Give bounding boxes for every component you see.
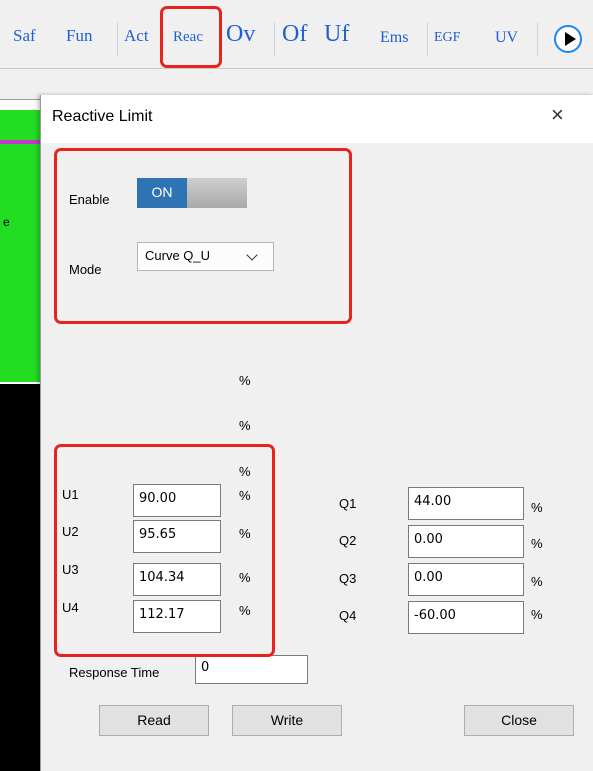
play-icon[interactable] <box>554 25 582 53</box>
q2-label: Q2 <box>339 533 357 548</box>
q1-field[interactable]: 44.00 <box>408 487 524 520</box>
toolbar-item-ov[interactable]: Ov <box>226 21 255 48</box>
close-button[interactable]: Close <box>464 705 574 736</box>
q3-percent: % <box>531 574 543 589</box>
close-icon[interactable]: × <box>551 102 564 128</box>
write-button[interactable]: Write <box>232 705 342 736</box>
toolbar-separator <box>427 22 428 56</box>
response-time-label: Response Time <box>69 665 160 680</box>
toolbar-separator <box>537 22 538 56</box>
annotation-box-u-values <box>54 444 275 657</box>
q4-percent: % <box>531 607 543 622</box>
q2-field[interactable]: 0.00 <box>408 525 524 558</box>
q3-label: Q3 <box>339 571 357 586</box>
toolbar-item-saf[interactable]: Saf <box>13 26 36 46</box>
read-button[interactable]: Read <box>99 705 209 736</box>
toolbar-item-of[interactable]: Of <box>282 21 307 48</box>
dialog-title: Reactive Limit <box>52 108 153 125</box>
response-time-field[interactable]: 0 <box>195 655 308 684</box>
toolbar-item-egf[interactable]: EGF <box>434 30 460 46</box>
percent-label: % <box>239 418 251 433</box>
toolbar: Saf Fun Act Reac Ov Of Uf Ems EGF UV <box>0 0 593 70</box>
background-magenta-line <box>0 140 40 144</box>
q2-percent: % <box>531 536 543 551</box>
toolbar-separator <box>274 22 275 56</box>
toolbar-item-uf[interactable]: Uf <box>324 21 349 48</box>
percent-label: % <box>239 373 251 388</box>
q4-label: Q4 <box>339 608 357 623</box>
background-black-panel <box>0 384 40 771</box>
toolbar-separator <box>117 22 118 56</box>
toolbar-item-fun[interactable]: Fun <box>66 26 92 46</box>
q1-label: Q1 <box>339 496 357 511</box>
toolbar-item-ems[interactable]: Ems <box>380 29 408 47</box>
dialog-titlebar: Reactive Limit × <box>41 95 593 143</box>
background-text: e <box>3 215 10 229</box>
annotation-box-enable-mode <box>54 148 352 324</box>
annotation-box-reac <box>160 6 222 68</box>
toolbar-item-uv[interactable]: UV <box>495 29 518 47</box>
toolbar-divider <box>0 68 593 69</box>
background-green-panel <box>0 110 40 382</box>
q1-percent: % <box>531 500 543 515</box>
q3-field[interactable]: 0.00 <box>408 563 524 596</box>
toolbar-item-act[interactable]: Act <box>124 26 149 46</box>
q4-field[interactable]: -60.00 <box>408 601 524 634</box>
